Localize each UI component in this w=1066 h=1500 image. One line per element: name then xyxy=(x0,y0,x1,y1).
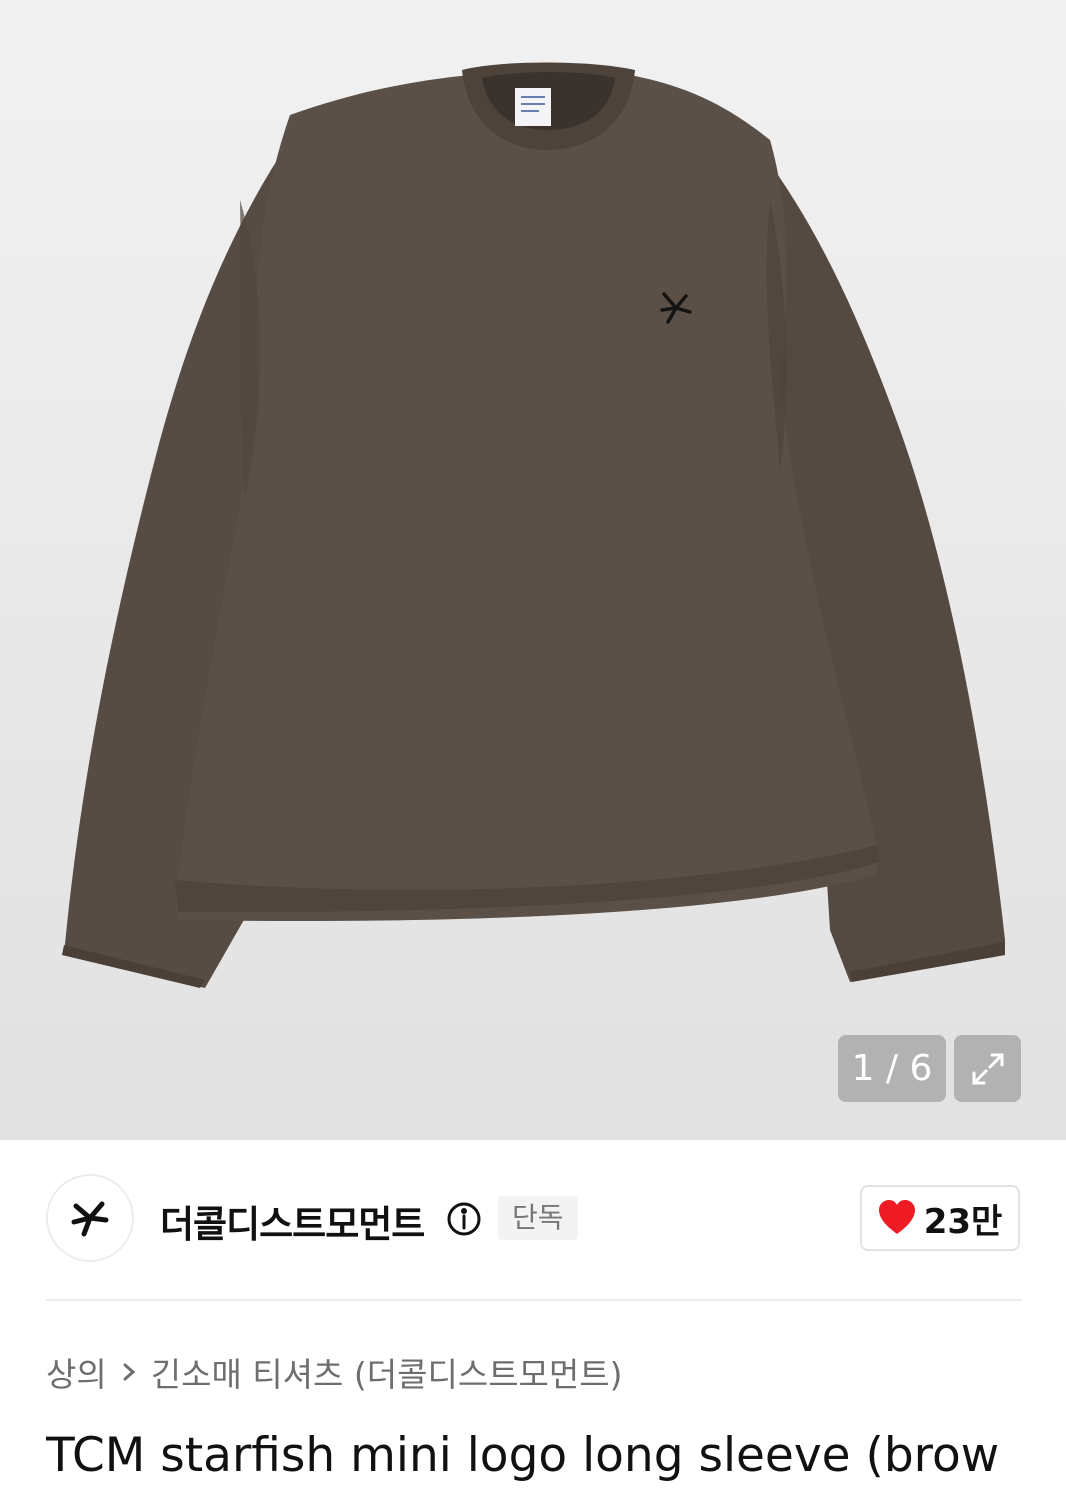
divider xyxy=(46,1299,1022,1301)
info-icon[interactable] xyxy=(446,1201,482,1237)
like-button[interactable]: 23만 xyxy=(860,1185,1020,1251)
product-image-gallery[interactable]: 1 / 6 xyxy=(0,0,1066,1140)
chevron-right-icon xyxy=(119,1360,139,1384)
expand-icon xyxy=(972,1053,1003,1084)
heart-icon xyxy=(878,1200,915,1234)
product-image xyxy=(62,62,1005,988)
exclusive-badge: 단독 xyxy=(498,1196,578,1240)
starfish-icon xyxy=(71,1201,109,1237)
product-title: TCM starfish mini logo long sleeve (brow xyxy=(46,1428,1000,1483)
brand-logo[interactable] xyxy=(46,1174,134,1262)
image-counter: 1 / 6 xyxy=(838,1035,946,1102)
shirt-body xyxy=(175,75,880,922)
breadcrumb-subcategory[interactable]: 긴소매 티셔츠 (더콜디스트모먼트) xyxy=(151,1348,623,1396)
expand-button[interactable] xyxy=(954,1035,1021,1102)
breadcrumb: 상의 긴소매 티셔츠 (더콜디스트모먼트) xyxy=(46,1348,623,1396)
like-count: 23만 xyxy=(923,1201,1003,1242)
breadcrumb-category[interactable]: 상의 xyxy=(46,1348,107,1396)
brand-row: 더콜디스트모먼트 단독 23만 xyxy=(46,1174,1022,1264)
shirt-tag xyxy=(515,88,551,126)
brand-name[interactable]: 더콜디스트모먼트 xyxy=(160,1194,425,1248)
